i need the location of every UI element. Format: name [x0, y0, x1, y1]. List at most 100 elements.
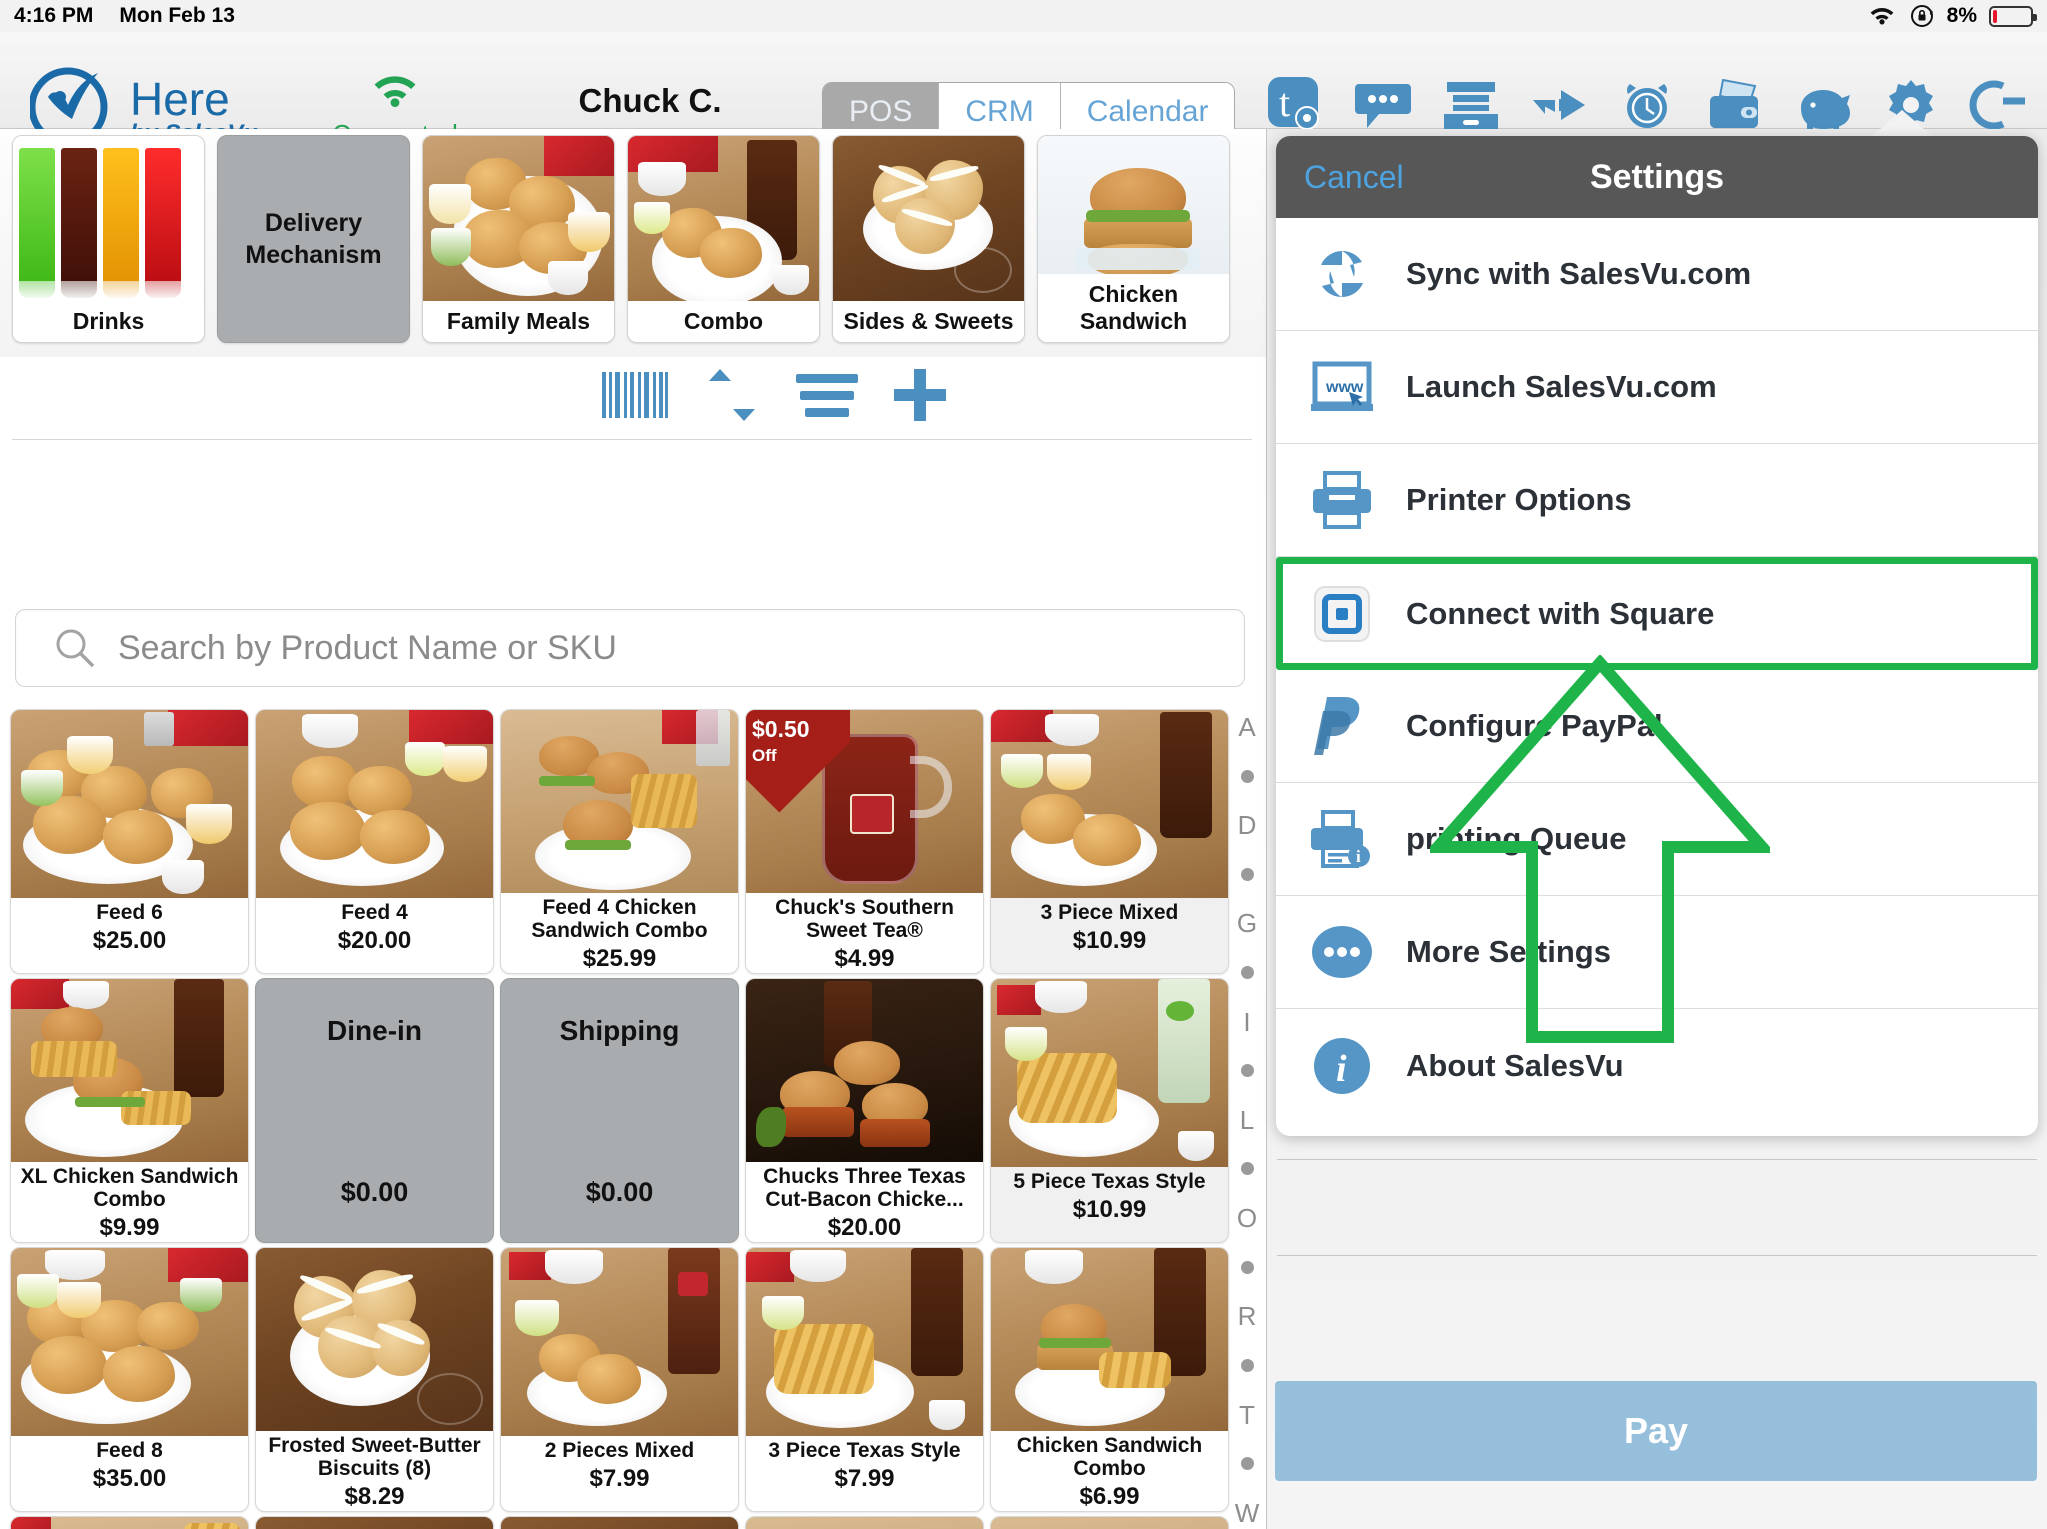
category-family-meals[interactable]: Family Meals — [422, 135, 615, 343]
product-tile[interactable]: 3 Piece Mixed $10.99 — [990, 709, 1229, 974]
product-name: Dine-in — [327, 1015, 422, 1046]
chat-bubble-icon[interactable] — [1353, 74, 1413, 136]
product-price: $9.99 — [99, 1214, 160, 1241]
product-tile[interactable]: Feed 6 $25.00 — [10, 709, 249, 974]
product-name: Frosted Sweet-Butter Biscuits (8) — [268, 1433, 481, 1481]
alpha-index-letter[interactable]: D — [1238, 812, 1257, 838]
category-sides-sweets[interactable]: Sides & Sweets — [832, 135, 1025, 343]
discount-label: Off — [752, 746, 777, 765]
alphabet-index-scrubber[interactable]: A D G I L O R T W Z — [1228, 714, 1266, 1529]
category-delivery-mechanism[interactable]: Delivery Mechanism — [217, 135, 410, 343]
printer-icon — [1306, 464, 1378, 536]
alpha-index-dot[interactable] — [1240, 867, 1254, 881]
battery-icon — [1989, 5, 2037, 27]
settings-item-label: printing Queue — [1406, 821, 1627, 856]
alpha-index-letter[interactable]: R — [1238, 1303, 1257, 1329]
product-price: $7.99 — [589, 1464, 650, 1492]
product-price: $20.00 — [337, 926, 412, 954]
pos-app-window: 4:16 PM Mon Feb 13 8% Here Chuck C. POS … — [0, 0, 2047, 1529]
alpha-index-letter[interactable]: G — [1237, 910, 1257, 936]
piggy-bank-icon[interactable] — [1793, 74, 1853, 136]
alarm-clock-icon[interactable] — [1617, 74, 1677, 136]
product-tile[interactable]: $0.50 Off Chuck's Southern Sweet Tea® $4… — [745, 709, 984, 974]
list-lines-icon[interactable] — [796, 372, 858, 418]
product-image — [746, 1517, 983, 1529]
settings-popover-header: Cancel Settings — [1276, 136, 2038, 218]
settings-item-launch-web[interactable]: www Launch SalesVu.com — [1276, 331, 2038, 444]
wifi-connected-icon — [374, 76, 416, 107]
alpha-index-dot[interactable] — [1240, 966, 1254, 980]
product-tile[interactable]: Feed 8 $35.00 — [10, 1247, 249, 1512]
product-tile[interactable] — [990, 1516, 1229, 1529]
file-box-icon[interactable] — [1441, 74, 1501, 136]
category-thumb — [1038, 136, 1229, 274]
alpha-index-dot[interactable] — [1240, 1064, 1254, 1078]
category-label: Sides & Sweets — [833, 300, 1024, 342]
cancel-button[interactable]: Cancel — [1304, 159, 1404, 196]
alpha-index-dot[interactable] — [1240, 1162, 1254, 1176]
product-image — [501, 1517, 738, 1529]
product-tile[interactable]: Chucks Three Texas Cut-Bacon Chicke... $… — [745, 978, 984, 1243]
category-thumb — [833, 136, 1024, 301]
alpha-index-letter[interactable]: W — [1235, 1500, 1260, 1526]
product-tile[interactable]: XL Chicken Sandwich Combo $9.99 — [10, 978, 249, 1243]
settings-item-connect-with-square[interactable]: Connect with Square — [1276, 557, 2038, 670]
alpha-index-letter[interactable]: T — [1239, 1402, 1255, 1428]
transfer-arrows-icon[interactable] — [1529, 74, 1589, 136]
product-price: $0.00 — [340, 1177, 409, 1207]
product-image — [256, 710, 493, 898]
product-tile[interactable]: Chicken Sandwich Combo $6.99 — [990, 1247, 1229, 1512]
settings-item-configure-paypal[interactable]: Configure PayPal — [1276, 670, 2038, 783]
settings-item-more-settings[interactable]: More Settings — [1276, 896, 2038, 1009]
alpha-index-dot[interactable] — [1240, 1260, 1254, 1274]
product-tile[interactable]: 3 Piece Texas Style $7.99 — [745, 1247, 984, 1512]
product-name: Chuck's Southern Sweet Tea® — [775, 895, 954, 943]
settings-item-sync[interactable]: Sync with SalesVu.com — [1276, 218, 2038, 331]
alpha-index-letter[interactable]: O — [1237, 1205, 1257, 1231]
alpha-index-letter[interactable]: A — [1238, 714, 1255, 740]
barcode-icon[interactable] — [602, 368, 668, 422]
product-tile[interactable]: Feed 4 $20.00 — [255, 709, 494, 974]
wallet-cash-icon[interactable] — [1705, 74, 1765, 136]
product-tile[interactable]: 5 Piece Texas Style $10.99 — [990, 978, 1229, 1243]
product-price: $10.99 — [1072, 1195, 1147, 1223]
logout-icon[interactable] — [1969, 74, 2029, 136]
printer-queue-icon: i — [1306, 803, 1378, 875]
product-tile[interactable] — [500, 1516, 739, 1529]
product-image — [746, 1248, 983, 1436]
product-price: $25.00 — [92, 926, 167, 954]
alpha-index-dot[interactable] — [1240, 1457, 1254, 1471]
product-tile-modifier[interactable]: Dine-in $0.00 — [255, 978, 494, 1243]
plus-icon[interactable] — [894, 369, 946, 421]
product-grid: Feed 6 $25.00 Feed 4 $20.00 Feed 4 Chick… — [10, 709, 1232, 1529]
settings-item-printing-queue[interactable]: i printing Queue — [1276, 783, 2038, 896]
product-tile[interactable] — [745, 1516, 984, 1529]
alpha-index-dot[interactable] — [1240, 769, 1254, 783]
settings-item-about-salesvu[interactable]: i About SalesVu — [1276, 1009, 2038, 1122]
alpha-index-letter[interactable]: I — [1243, 1009, 1250, 1035]
alpha-index-letter[interactable]: L — [1240, 1107, 1254, 1133]
product-tile[interactable] — [10, 1516, 249, 1529]
sync-icon — [1306, 238, 1378, 310]
category-label: Family Meals — [423, 300, 614, 342]
category-chicken-sandwich[interactable]: Chicken Sandwich — [1037, 135, 1230, 343]
pay-button[interactable]: Pay — [1275, 1381, 2037, 1481]
product-tile-modifier[interactable]: Shipping $0.00 — [500, 978, 739, 1243]
product-tile[interactable]: Frosted Sweet-Butter Biscuits (8) $8.29 — [255, 1247, 494, 1512]
tickets-gear-icon[interactable]: t — [1265, 74, 1325, 136]
category-label: Delivery Mechanism — [245, 209, 382, 269]
paypal-icon — [1306, 690, 1378, 762]
category-strip[interactable]: Drinks Delivery Mechanism Family Meals C… — [0, 135, 1266, 357]
product-tile[interactable]: 2 Pieces Mixed $7.99 — [500, 1247, 739, 1512]
product-tile[interactable]: Feed 4 Chicken Sandwich Combo $25.99 — [500, 709, 739, 974]
category-combo[interactable]: Combo — [627, 135, 820, 343]
pos-left-pane: Drinks Delivery Mechanism Family Meals C… — [0, 129, 1266, 1529]
search-icon — [56, 629, 95, 668]
product-image — [746, 979, 983, 1162]
product-tile[interactable] — [255, 1516, 494, 1529]
search-input[interactable]: Search by Product Name or SKU — [15, 609, 1245, 687]
settings-item-printer-options[interactable]: Printer Options — [1276, 444, 2038, 557]
category-drinks[interactable]: Drinks — [12, 135, 205, 343]
sort-arrows-icon[interactable] — [704, 367, 760, 423]
alpha-index-dot[interactable] — [1240, 1358, 1254, 1372]
